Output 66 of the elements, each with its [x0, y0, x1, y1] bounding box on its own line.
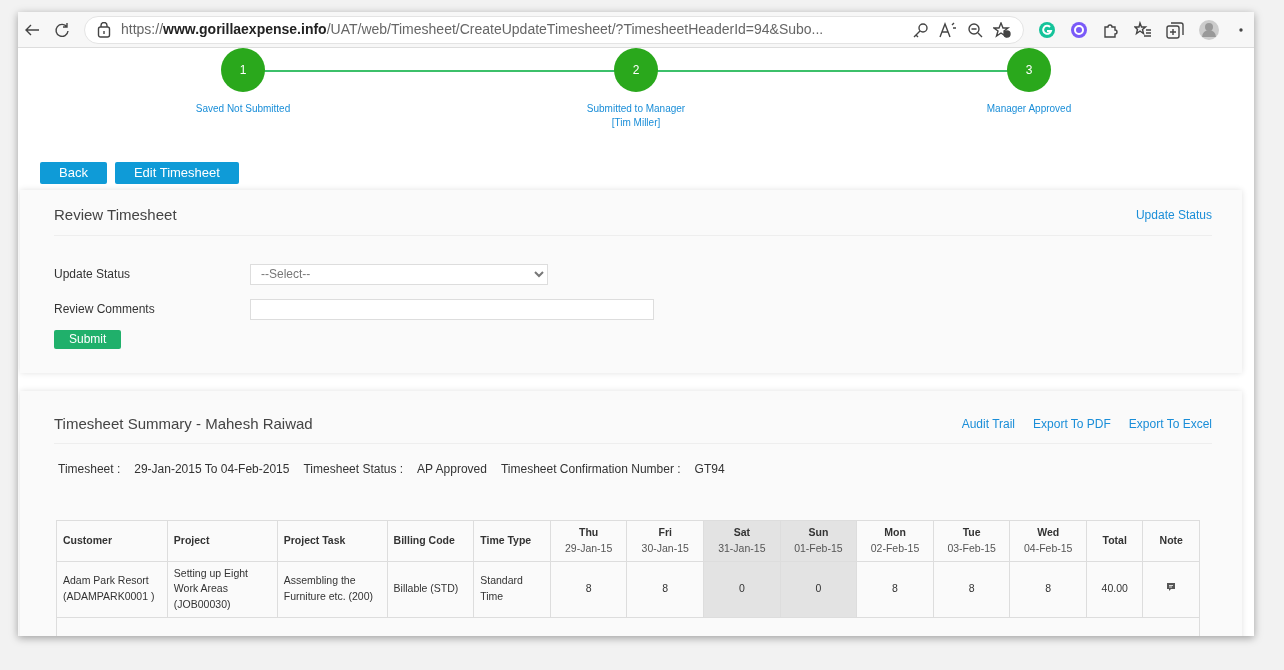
column-header: Mon 02-Feb-15: [856, 520, 934, 561]
column-header: Note: [1142, 520, 1200, 561]
info-value: 29-Jan-2015 To 04-Feb-2015: [134, 461, 290, 478]
collections-icon[interactable]: [1166, 20, 1184, 39]
table-cell: Adam Park Resort (ADAMPARK0001 ): [56, 561, 168, 618]
key-icon[interactable]: [913, 21, 929, 38]
table-cell: Setting up Eight Work Areas (JOB00030): [167, 561, 278, 618]
comments-field[interactable]: [250, 298, 654, 320]
step-circle: 1: [221, 48, 265, 92]
table-cell: Billable (STD): [387, 561, 474, 618]
column-header: Sun 01-Feb-15: [780, 520, 857, 561]
table-cell: 8: [626, 561, 704, 618]
table-cell: 40.00: [1086, 561, 1143, 618]
info-label: Timesheet Status :: [303, 461, 404, 478]
url-text: https://www.gorillaexpense.info/UAT/web/Timesheet/CreateUpdateTimesheet/?TimesheetHeaderId=94&Subo...: [121, 20, 824, 39]
edit-timesheet-button[interactable]: Edit Timesheet: [114, 162, 239, 184]
export-link[interactable]: Export To Excel: [1128, 414, 1212, 433]
field-label: Review Comments: [54, 301, 156, 318]
step-label: Saved Not Submitted: [195, 102, 291, 116]
column-header: Customer: [56, 520, 168, 561]
column-header: Sat 31-Jan-15: [703, 520, 781, 561]
info-value: GT94: [694, 461, 725, 478]
column-header: Fri 30-Jan-15: [626, 520, 704, 561]
table-cell: 8: [550, 561, 627, 618]
column-header: Total: [1086, 520, 1143, 561]
back-arrow-icon[interactable]: [24, 22, 40, 37]
export-link[interactable]: Export To PDF: [1033, 414, 1111, 433]
panel-title: Review Timesheet: [54, 205, 177, 225]
status-dropdown[interactable]: --Select--: [250, 263, 548, 285]
field-label: Update Status: [54, 266, 132, 283]
address-bar[interactable]: https://www.gorillaexpense.info/UAT/web/Timesheet/CreateUpdateTimesheet/?TimesheetHeaderId=94&Subo...: [84, 15, 1024, 44]
favorites-icon[interactable]: [1134, 20, 1152, 39]
info-label: Timesheet :: [58, 461, 121, 478]
column-header: Project: [167, 520, 278, 561]
star-icon[interactable]: [993, 21, 1011, 38]
column-header: Wed 04-Feb-15: [1009, 520, 1087, 561]
step-label: Submitted to Manager [Tim Miller]: [586, 102, 686, 130]
table-cell: 0: [703, 561, 781, 618]
table-cell: Standard Time: [473, 561, 551, 618]
site-info-icon[interactable]: [97, 21, 111, 38]
column-header: Billing Code: [387, 520, 474, 561]
step-circle: 2: [614, 48, 658, 92]
comment-icon[interactable]: [1166, 582, 1177, 593]
info-value: AP Approved: [417, 461, 487, 478]
submit-button[interactable]: Submit: [54, 329, 122, 349]
table-cell: 8: [933, 561, 1010, 618]
table-cell: 0: [780, 561, 857, 618]
table-cell: 8: [856, 561, 934, 618]
table-cell: Assembling the Furniture etc. (200): [277, 561, 388, 618]
step-label: Manager Approved: [986, 102, 1072, 116]
column-header: Time Type: [473, 520, 551, 561]
column-header: Project Task: [277, 520, 388, 561]
update-status-link[interactable]: Update Status: [1135, 206, 1212, 225]
avatar-icon[interactable]: [1198, 18, 1220, 41]
back-button[interactable]: Back: [40, 162, 107, 184]
table-cell: 8: [1009, 561, 1087, 618]
column-header: Tue 03-Feb-15: [933, 520, 1010, 561]
extension-circle-icon[interactable]: [1070, 20, 1088, 39]
panel-title: Timesheet Summary - Mahesh Raiwad: [54, 413, 313, 434]
zoom-out-icon[interactable]: [967, 21, 983, 38]
column-header: Thu 29-Jan-15: [550, 520, 627, 561]
info-label: Timesheet Confirmation Number :: [500, 461, 681, 478]
step-circle: 3: [1007, 48, 1051, 92]
read-aloud-icon[interactable]: [939, 21, 957, 38]
refresh-icon[interactable]: [54, 21, 70, 38]
export-link[interactable]: Audit Trail: [961, 414, 1016, 433]
